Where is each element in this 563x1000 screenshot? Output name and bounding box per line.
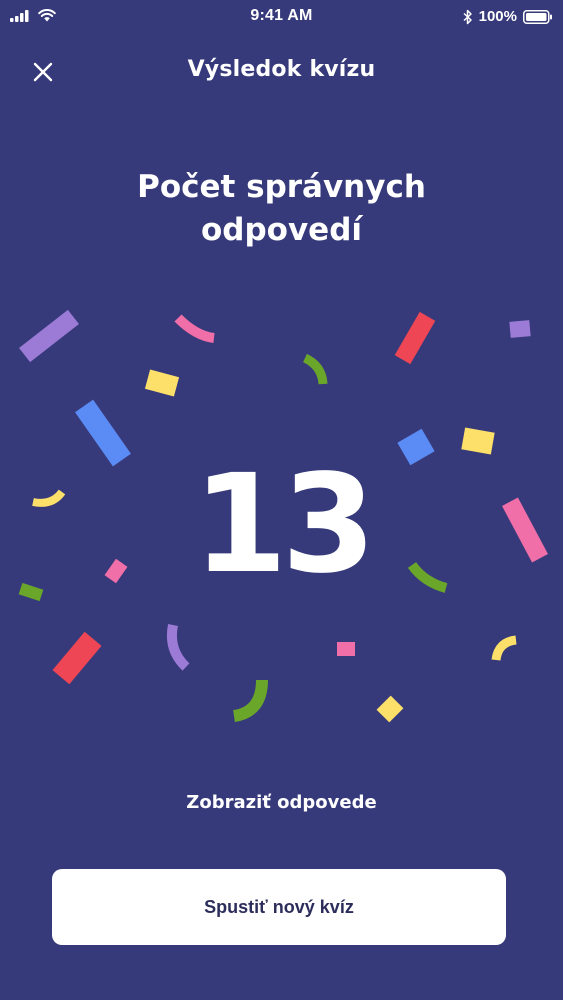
confetti-piece <box>337 642 355 656</box>
battery-icon <box>523 9 552 24</box>
confetti-piece <box>232 679 268 722</box>
result-heading-line2: odpovedí <box>200 212 363 248</box>
status-right: 100% <box>463 8 553 25</box>
confetti-piece <box>376 695 404 723</box>
confetti-piece <box>52 631 102 685</box>
result-heading-line1: Počet správnych <box>137 169 426 205</box>
confetti-piece <box>19 309 79 363</box>
confetti-piece <box>166 624 190 671</box>
confetti-piece <box>302 353 328 385</box>
confetti-piece <box>394 311 436 365</box>
battery-percent: 100% <box>478 8 517 25</box>
confetti-piece <box>144 369 180 397</box>
page-title: Výsledok kvízu <box>187 57 376 82</box>
confetti-piece <box>174 314 215 343</box>
view-answers-link[interactable]: Zobraziť odpovede <box>0 792 563 813</box>
score-value: 13 <box>192 446 376 604</box>
result-heading: Počet správnych odpovedí <box>60 166 503 252</box>
confetti-piece <box>509 320 531 338</box>
header: Výsledok kvízu <box>0 50 563 94</box>
bluetooth-icon <box>463 9 472 24</box>
quiz-result-screen: 9:41 AM 100% Výsledok kvízu Počet správn… <box>0 0 563 1000</box>
confetti-piece <box>491 635 517 661</box>
status-bar: 9:41 AM 100% <box>0 0 563 34</box>
new-quiz-button[interactable]: Spustiť nový kvíz <box>52 869 506 945</box>
